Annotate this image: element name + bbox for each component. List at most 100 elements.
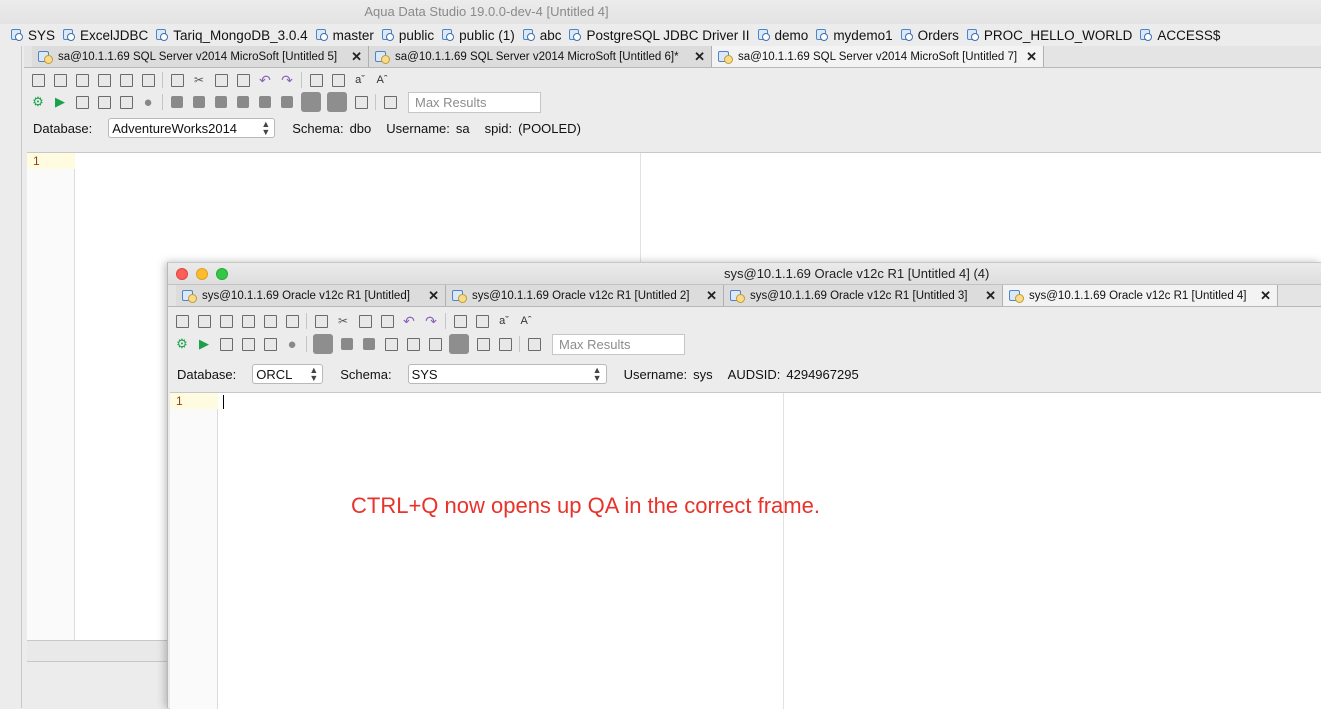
max-results-input[interactable]: Max Results <box>408 91 541 113</box>
undo-icon[interactable]: ↶ <box>401 313 417 329</box>
editor-tab[interactable]: sa@10.1.1.69 SQL Server v2014 MicroSoft … <box>369 46 712 67</box>
editor-tab[interactable]: sys@10.1.1.69 Oracle v12c R1 [Untitled] ✕ <box>176 285 446 306</box>
stop-icon[interactable]: ● <box>284 336 300 353</box>
bookmark-item[interactable]: PROC_HELLO_WORLD <box>966 28 1132 43</box>
indent-icon[interactable] <box>427 336 443 352</box>
find-icon[interactable] <box>452 313 468 329</box>
redo-icon[interactable]: ↷ <box>279 72 295 88</box>
open-folder-icon[interactable] <box>196 313 212 329</box>
bookmark-item[interactable]: public (1) <box>441 28 515 43</box>
tools-icon[interactable] <box>383 336 399 352</box>
execute-all-icon[interactable]: ⚙ <box>174 336 190 352</box>
save-icon[interactable] <box>218 313 234 329</box>
bookmark-item[interactable]: Orders <box>900 28 959 43</box>
save-as-icon[interactable] <box>96 72 112 88</box>
bookmark-item[interactable]: ExcelJDBC <box>62 28 148 43</box>
cut-icon[interactable]: ✂ <box>335 313 351 329</box>
database-select[interactable]: AdventureWorks2014 ▲ ▼ <box>108 118 276 138</box>
copy-icon[interactable] <box>357 313 373 329</box>
execute-all-icon[interactable]: ⚙ <box>30 94 46 110</box>
results-grid-icon[interactable] <box>449 334 469 354</box>
results-text-icon[interactable] <box>475 336 491 352</box>
select-all-icon[interactable] <box>169 72 185 88</box>
editor-tab[interactable]: sa@10.1.1.69 SQL Server v2014 MicroSoft … <box>712 46 1044 67</box>
bookmark-item[interactable]: master <box>315 28 374 43</box>
execute-selection-icon[interactable] <box>74 94 90 110</box>
save-icon[interactable] <box>74 72 90 88</box>
execute-icon[interactable]: ▶ <box>196 336 212 352</box>
bookmark-item[interactable]: demo <box>757 28 808 43</box>
close-tab-icon[interactable]: ✕ <box>985 288 996 304</box>
open-folder-icon[interactable] <box>52 72 68 88</box>
select-all-icon[interactable] <box>313 313 329 329</box>
cut-icon[interactable]: ✂ <box>191 72 207 88</box>
results-grid-icon[interactable] <box>301 92 321 112</box>
lowercase-icon[interactable]: aˇ <box>352 72 368 88</box>
schema-select[interactable]: SYS ▲ ▼ <box>407 364 607 384</box>
print-icon[interactable] <box>284 313 300 329</box>
close-tab-icon[interactable]: ✕ <box>694 49 705 65</box>
rollback-icon[interactable] <box>361 336 377 352</box>
commit-icon[interactable] <box>169 94 185 110</box>
close-tab-icon[interactable]: ✕ <box>428 288 439 304</box>
uppercase-icon[interactable]: Aˆ <box>518 313 534 329</box>
bookmark-item[interactable]: PostgreSQL JDBC Driver II <box>568 28 750 43</box>
paste-icon[interactable] <box>235 72 251 88</box>
find-replace-icon[interactable] <box>474 313 490 329</box>
format-icon[interactable] <box>405 336 421 352</box>
save-all-icon[interactable] <box>262 313 278 329</box>
execute-selection-icon[interactable] <box>218 336 234 352</box>
save-as-icon[interactable] <box>240 313 256 329</box>
results-text-icon[interactable] <box>327 92 347 112</box>
execute-edit-icon[interactable] <box>118 94 134 110</box>
auto-commit-icon[interactable] <box>213 94 229 110</box>
clipboard-icon[interactable] <box>526 336 542 352</box>
oracle-sql-editor[interactable]: 1 <box>170 392 1321 709</box>
find-icon[interactable] <box>308 72 324 88</box>
clipboard-icon[interactable] <box>382 94 398 110</box>
editor-tab[interactable]: sys@10.1.1.69 Oracle v12c R1 [Untitled 4… <box>1003 285 1278 306</box>
bookmark-item[interactable]: abc <box>522 28 561 43</box>
format-icon[interactable] <box>257 94 273 110</box>
auto-commit-icon[interactable] <box>313 334 333 354</box>
stop-icon[interactable]: ● <box>140 94 156 111</box>
execute-icon[interactable]: ▶ <box>52 94 68 110</box>
editor-tab[interactable]: sys@10.1.1.69 Oracle v12c R1 [Untitled 3… <box>724 285 1003 306</box>
editor-hscroll[interactable] <box>27 640 177 662</box>
paste-icon[interactable] <box>379 313 395 329</box>
undo-icon[interactable]: ↶ <box>257 72 273 88</box>
results-tab-icon[interactable] <box>353 94 369 110</box>
uppercase-icon[interactable]: Aˆ <box>374 72 390 88</box>
close-window-icon[interactable] <box>176 268 188 280</box>
bookmark-item[interactable]: mydemo1 <box>815 28 893 43</box>
results-tab-icon[interactable] <box>497 336 513 352</box>
new-file-icon[interactable] <box>30 72 46 88</box>
execute-plan-icon[interactable] <box>240 336 256 352</box>
rollback-icon[interactable] <box>191 94 207 110</box>
copy-icon[interactable] <box>213 72 229 88</box>
maximize-window-icon[interactable] <box>216 268 228 280</box>
bookmark-item[interactable]: SYS <box>10 28 55 43</box>
execute-plan-icon[interactable] <box>96 94 112 110</box>
indent-icon[interactable] <box>279 94 295 110</box>
bookmark-item[interactable]: Tariq_MongoDB_3.0.4 <box>155 28 308 43</box>
commit-icon[interactable] <box>339 336 355 352</box>
bookmark-item[interactable]: ACCESS$ <box>1139 28 1220 43</box>
editor-tab[interactable]: sys@10.1.1.69 Oracle v12c R1 [Untitled 2… <box>446 285 724 306</box>
tools-icon[interactable] <box>235 94 251 110</box>
redo-icon[interactable]: ↷ <box>423 313 439 329</box>
editor-tab[interactable]: sa@10.1.1.69 SQL Server v2014 MicroSoft … <box>32 46 369 67</box>
find-replace-icon[interactable] <box>330 72 346 88</box>
close-tab-icon[interactable]: ✕ <box>1026 49 1037 65</box>
max-results-input[interactable]: Max Results <box>552 333 685 355</box>
minimize-window-icon[interactable] <box>196 268 208 280</box>
lowercase-icon[interactable]: aˇ <box>496 313 512 329</box>
close-tab-icon[interactable]: ✕ <box>351 49 362 65</box>
save-all-icon[interactable] <box>118 72 134 88</box>
close-tab-icon[interactable]: ✕ <box>1260 288 1271 304</box>
execute-edit-icon[interactable] <box>262 336 278 352</box>
bookmark-item[interactable]: public <box>381 28 434 43</box>
database-select[interactable]: ORCL ▲ ▼ <box>252 364 324 384</box>
close-tab-icon[interactable]: ✕ <box>706 288 717 304</box>
print-icon[interactable] <box>140 72 156 88</box>
